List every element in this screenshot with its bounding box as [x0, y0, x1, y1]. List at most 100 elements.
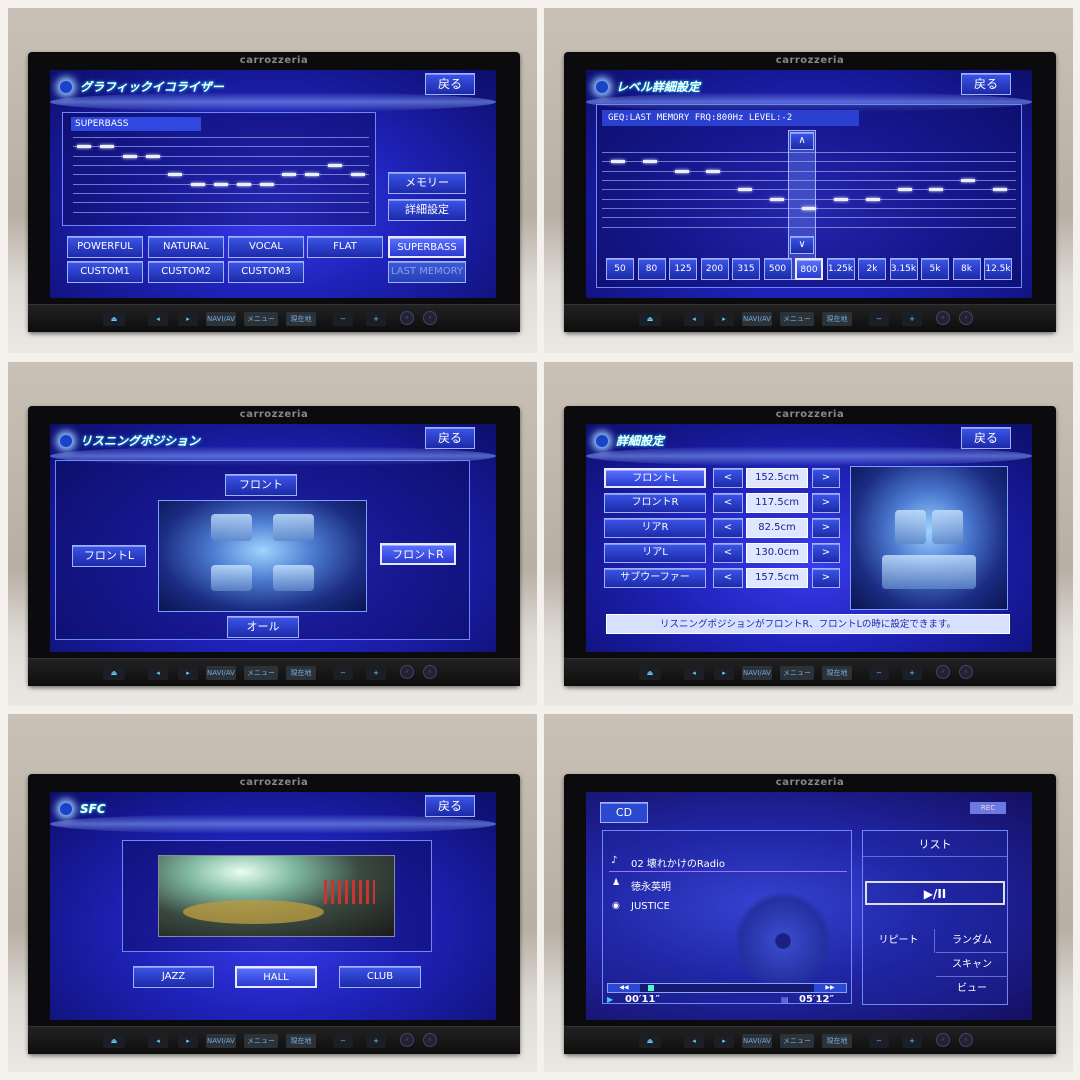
- volume-up-button[interactable]: +: [366, 312, 386, 326]
- progress-thumb[interactable]: [648, 985, 655, 991]
- eject-button[interactable]: ⏏: [103, 666, 125, 680]
- volume-up-button[interactable]: +: [902, 1034, 922, 1048]
- eq-band-level-4[interactable]: [738, 188, 753, 192]
- speaker-label-button[interactable]: フロントL: [604, 468, 706, 488]
- power-knob[interactable]: ◦: [423, 311, 437, 325]
- freq-button-8k[interactable]: 8k: [952, 258, 981, 280]
- preset-powerful[interactable]: POWERFUL: [67, 236, 143, 258]
- mode-knob[interactable]: ◦: [400, 311, 414, 325]
- volume-down-button[interactable]: −: [869, 312, 889, 326]
- sfc-club-button[interactable]: CLUB: [339, 966, 421, 988]
- back-button[interactable]: 戻る: [961, 427, 1011, 449]
- navi-av-button[interactable]: NAVI/AV: [742, 312, 772, 326]
- preset-vocal[interactable]: VOCAL: [228, 236, 304, 258]
- decrease-button[interactable]: <: [713, 518, 743, 538]
- prev-button[interactable]: ◂: [148, 666, 168, 680]
- volume-up-button[interactable]: +: [902, 312, 922, 326]
- view-button[interactable]: ビュー: [936, 977, 1008, 1001]
- back-button[interactable]: 戻る: [425, 427, 475, 449]
- eject-button[interactable]: ⏏: [639, 666, 661, 680]
- level-down-button[interactable]: ∨: [790, 236, 814, 254]
- volume-up-button[interactable]: +: [366, 1034, 386, 1048]
- volume-up-button[interactable]: +: [902, 666, 922, 680]
- freq-button-12.5k[interactable]: 12.5k: [984, 258, 1012, 280]
- speaker-label-button[interactable]: リアL: [604, 543, 706, 563]
- eq-band-level-11[interactable]: [961, 179, 976, 182]
- back-button[interactable]: 戻る: [425, 795, 475, 817]
- power-knob[interactable]: ◦: [423, 665, 437, 679]
- list-button[interactable]: リスト: [863, 833, 1007, 857]
- play-pause-button[interactable]: ▶/II: [865, 881, 1005, 905]
- menu-button[interactable]: メニュー: [780, 666, 814, 680]
- volume-down-button[interactable]: −: [333, 312, 353, 326]
- eject-button[interactable]: ⏏: [639, 1034, 661, 1048]
- increase-button[interactable]: >: [812, 518, 840, 538]
- front-right-button[interactable]: フロントR: [380, 543, 456, 565]
- menu-button[interactable]: メニュー: [244, 1034, 278, 1048]
- back-button[interactable]: 戻る: [961, 73, 1011, 95]
- freq-button-3.15k[interactable]: 3.15k: [889, 258, 918, 280]
- power-knob[interactable]: ◦: [423, 1033, 437, 1047]
- increase-button[interactable]: >: [812, 568, 840, 588]
- rewind-button[interactable]: ◀◀: [608, 984, 640, 992]
- eq-band-level-10[interactable]: [929, 188, 944, 192]
- next-button[interactable]: ▸: [714, 1034, 734, 1048]
- random-button[interactable]: ランダム: [936, 929, 1008, 953]
- freq-button-1.25k[interactable]: 1.25k: [826, 258, 855, 280]
- power-knob[interactable]: ◦: [959, 1033, 973, 1047]
- navi-av-button[interactable]: NAVI/AV: [206, 1034, 236, 1048]
- navi-av-button[interactable]: NAVI/AV: [206, 666, 236, 680]
- back-button[interactable]: 戻る: [425, 73, 475, 95]
- menu-button[interactable]: メニュー: [780, 312, 814, 326]
- freq-button-50[interactable]: 50: [606, 258, 634, 280]
- freq-button-5k[interactable]: 5k: [921, 258, 949, 280]
- power-knob[interactable]: ◦: [959, 311, 973, 325]
- navi-av-button[interactable]: NAVI/AV: [742, 666, 772, 680]
- next-button[interactable]: ▸: [178, 1034, 198, 1048]
- sfc-hall-button[interactable]: HALL: [235, 966, 317, 988]
- prev-button[interactable]: ◂: [684, 312, 704, 326]
- decrease-button[interactable]: <: [713, 468, 743, 488]
- detail-settings-button[interactable]: 詳細設定: [388, 199, 466, 221]
- fast-forward-button[interactable]: ▶▶: [814, 984, 846, 992]
- menu-button[interactable]: メニュー: [780, 1034, 814, 1048]
- eq-band-level-7[interactable]: [833, 197, 848, 201]
- preset-natural[interactable]: NATURAL: [148, 236, 224, 258]
- menu-button[interactable]: メニュー: [244, 312, 278, 326]
- increase-button[interactable]: >: [812, 543, 840, 563]
- decrease-button[interactable]: <: [713, 568, 743, 588]
- front-left-button[interactable]: フロントL: [72, 545, 146, 567]
- mode-knob[interactable]: ◦: [400, 1033, 414, 1047]
- volume-down-button[interactable]: −: [869, 1034, 889, 1048]
- front-button[interactable]: フロント: [225, 474, 297, 496]
- prev-button[interactable]: ◂: [148, 312, 168, 326]
- increase-button[interactable]: >: [812, 468, 840, 488]
- volume-up-button[interactable]: +: [366, 666, 386, 680]
- current-location-button[interactable]: 現在地: [286, 312, 316, 326]
- eq-band-level-9[interactable]: [897, 188, 912, 192]
- level-up-button[interactable]: ∧: [790, 132, 814, 150]
- speaker-label-button[interactable]: リアR: [604, 518, 706, 538]
- increase-button[interactable]: >: [812, 493, 840, 513]
- navi-av-button[interactable]: NAVI/AV: [206, 312, 236, 326]
- freq-button-800[interactable]: 800: [795, 258, 823, 280]
- freq-button-125[interactable]: 125: [669, 258, 697, 280]
- preset-superbass[interactable]: SUPERBASS: [388, 236, 466, 258]
- scan-button[interactable]: スキャン: [936, 953, 1008, 977]
- eq-band-level-6[interactable]: [802, 207, 816, 210]
- volume-down-button[interactable]: −: [333, 1034, 353, 1048]
- preset-flat[interactable]: FLAT: [307, 236, 383, 258]
- mode-knob[interactable]: ◦: [400, 665, 414, 679]
- current-location-button[interactable]: 現在地: [822, 312, 852, 326]
- freq-button-2k[interactable]: 2k: [858, 258, 886, 280]
- prev-button[interactable]: ◂: [684, 666, 704, 680]
- volume-down-button[interactable]: −: [869, 666, 889, 680]
- next-button[interactable]: ▸: [714, 666, 734, 680]
- preset-custom3[interactable]: CUSTOM3: [228, 261, 304, 283]
- freq-button-200[interactable]: 200: [700, 258, 729, 280]
- progress-bar[interactable]: ◀◀ ▶▶: [607, 983, 847, 993]
- next-button[interactable]: ▸: [178, 666, 198, 680]
- next-button[interactable]: ▸: [178, 312, 198, 326]
- preset-last-memory[interactable]: LAST MEMORY: [388, 261, 466, 283]
- freq-button-500[interactable]: 500: [763, 258, 792, 280]
